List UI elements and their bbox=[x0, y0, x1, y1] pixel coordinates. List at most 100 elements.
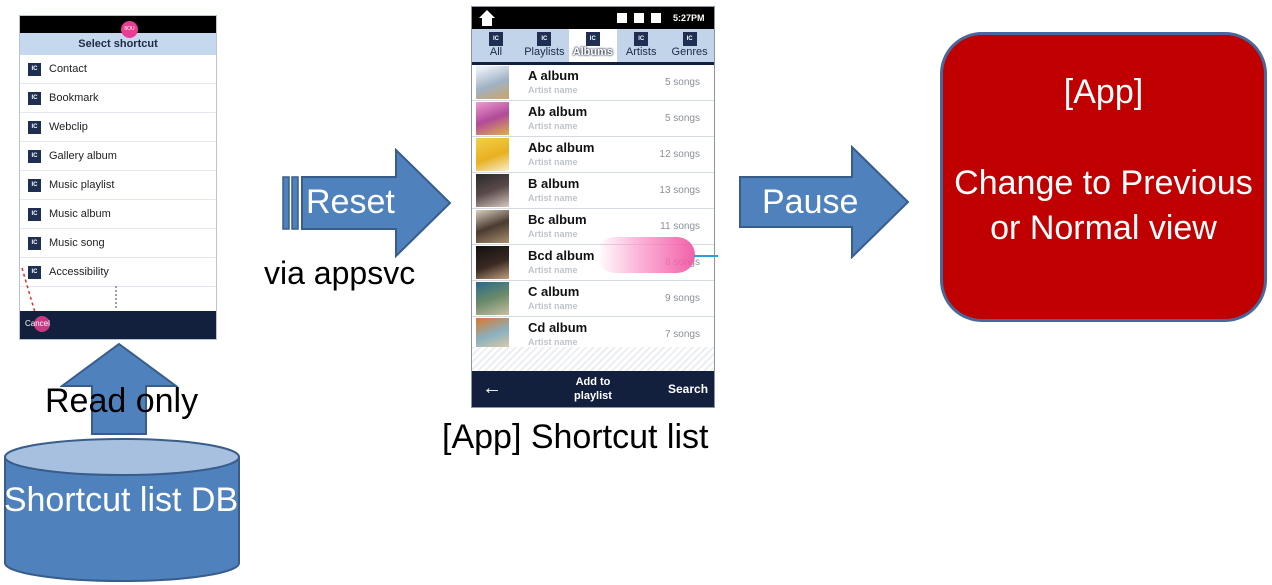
shortcut-item-icon: IC bbox=[28, 178, 41, 192]
list-empty-area bbox=[472, 347, 714, 371]
select-shortcut-screen: Select shortcut IC Contact IC Bookmark IC Web… bbox=[19, 15, 217, 340]
tab-genres[interactable]: IC Genres bbox=[666, 29, 714, 62]
status-icon bbox=[617, 13, 627, 23]
album-song-count: 5 songs bbox=[664, 113, 700, 124]
tab-all[interactable]: IC All bbox=[472, 29, 520, 62]
album-song-count: 13 songs bbox=[659, 185, 700, 196]
database-label: Shortcut list DB bbox=[3, 481, 239, 519]
tab-label: Artists bbox=[625, 46, 657, 58]
music-app-screen: 5:27PM IC All IC Playlists IC Albums IC Artists… bbox=[471, 6, 715, 408]
app-result-box: [App] Change to Previous or Normal view bbox=[940, 32, 1267, 322]
shortcut-item-label: Webclip bbox=[49, 121, 88, 133]
album-title: C album bbox=[528, 284, 580, 299]
via-appsvc-label: via appsvc bbox=[264, 255, 416, 291]
status-bar bbox=[20, 16, 216, 33]
album-list: A album Artist name 5 songs Ab album Artist … bbox=[472, 65, 714, 353]
album-title: Bc album bbox=[528, 212, 587, 227]
album-cover-image bbox=[476, 246, 509, 279]
tab-icon: IC bbox=[489, 32, 503, 46]
select-shortcut-title: Select shortcut bbox=[20, 33, 216, 55]
shortcut-item-label: Gallery album bbox=[49, 150, 117, 162]
album-artist: Artist name bbox=[528, 229, 578, 239]
tab-icon: IC bbox=[634, 32, 649, 46]
app-box-body: Change to Previous or Normal view bbox=[954, 164, 1253, 247]
tab-label: Genres bbox=[671, 46, 708, 58]
shortcut-item[interactable]: IC Webclip bbox=[20, 113, 216, 142]
album-artist: Artist name bbox=[528, 85, 578, 95]
album-title: Ab album bbox=[528, 104, 588, 119]
album-row[interactable]: Ab album Artist name 5 songs bbox=[472, 101, 714, 137]
shortcut-item[interactable]: IC Contact bbox=[20, 55, 216, 84]
album-song-count: 12 songs bbox=[659, 149, 700, 160]
home-icon[interactable] bbox=[478, 9, 496, 27]
album-song-count: 5 songs bbox=[664, 77, 700, 88]
shortcut-item[interactable]: IC Gallery album bbox=[20, 142, 216, 171]
pause-label: Pause bbox=[762, 183, 859, 221]
album-cover-image bbox=[476, 282, 509, 315]
album-title: Abc album bbox=[528, 140, 595, 155]
album-cover-image bbox=[476, 66, 509, 99]
shortcut-item-label: Music playlist bbox=[49, 179, 115, 191]
album-song-count: 11 songs bbox=[660, 221, 700, 232]
add-to-playlist-button[interactable]: Add to playlist bbox=[562, 375, 624, 403]
status-bar: 5:27PM bbox=[472, 7, 714, 29]
album-song-count: 9 songs bbox=[664, 293, 700, 304]
shortcut-item-label: Contact bbox=[49, 63, 87, 75]
tab-artists[interactable]: IC Artists bbox=[617, 29, 665, 62]
tab-label: Albums bbox=[572, 46, 613, 58]
reset-label: Reset bbox=[306, 183, 395, 221]
bottom-bar: Cancel bbox=[20, 311, 216, 339]
shortcut-item[interactable]: IC Bookmark bbox=[20, 84, 216, 113]
album-title: Bcd album bbox=[528, 248, 595, 263]
status-icon bbox=[634, 13, 644, 23]
shortcut-item-icon: IC bbox=[28, 62, 41, 76]
shortcut-item-label: Bookmark bbox=[49, 92, 99, 104]
shortcut-item[interactable]: IC Music album bbox=[20, 200, 216, 229]
album-artist: Artist name bbox=[528, 301, 578, 311]
shortcut-item-label: Music album bbox=[49, 208, 111, 220]
shortcut-item[interactable]: IC Music song bbox=[20, 229, 216, 258]
album-row[interactable]: B album Artist name 13 songs bbox=[472, 173, 714, 209]
shortcut-item-icon: IC bbox=[28, 120, 41, 134]
album-artist: Artist name bbox=[528, 193, 578, 203]
shortcut-item-label: Music song bbox=[49, 237, 105, 249]
cancel-button[interactable]: Cancel bbox=[25, 319, 50, 328]
tab-icon: IC bbox=[682, 32, 697, 46]
read-only-label: Read only bbox=[45, 382, 199, 420]
album-cover-image bbox=[476, 210, 509, 243]
album-title: A album bbox=[528, 68, 579, 83]
album-artist: Artist name bbox=[528, 337, 578, 347]
tab-icon: IC bbox=[537, 32, 552, 46]
album-row[interactable]: Abc album Artist name 12 songs bbox=[472, 137, 714, 173]
shortcut-item[interactable]: IC Music playlist bbox=[20, 171, 216, 200]
scroll-dots bbox=[115, 286, 119, 308]
swipe-gesture-line bbox=[694, 255, 718, 257]
badge-icon: 8OU bbox=[121, 21, 138, 38]
app-box-title: [App] bbox=[1063, 73, 1144, 111]
album-artist: Artist name bbox=[528, 157, 578, 167]
shortcut-item-icon: IC bbox=[28, 236, 41, 250]
tab-bar: IC All IC Playlists IC Albums IC Artists IC Genre… bbox=[472, 29, 714, 65]
app-shortcut-list-caption: [App] Shortcut list bbox=[442, 418, 709, 456]
swipe-gesture-indicator bbox=[597, 237, 695, 273]
shortcut-list: IC Contact IC Bookmark IC Webclip IC Gallery al… bbox=[20, 55, 216, 287]
tab-label: Playlists bbox=[524, 46, 565, 58]
back-arrow-icon[interactable]: ← bbox=[482, 377, 502, 400]
album-artist: Artist name bbox=[528, 265, 578, 275]
album-title: Cd album bbox=[528, 320, 588, 335]
album-row[interactable]: C album Artist name 9 songs bbox=[472, 281, 714, 317]
tab-icon: IC bbox=[585, 32, 600, 46]
search-button[interactable]: Search bbox=[668, 382, 708, 396]
tab-playlists[interactable]: IC Playlists bbox=[520, 29, 568, 62]
shortcut-item-icon: IC bbox=[28, 91, 41, 105]
album-cover-image bbox=[476, 174, 509, 207]
album-title: B album bbox=[528, 176, 580, 191]
tab-albums[interactable]: IC Albums bbox=[568, 29, 617, 62]
bottom-bar: ← Add to playlist Search bbox=[472, 371, 714, 407]
status-time: 5:27PM bbox=[673, 13, 705, 23]
tab-label: All bbox=[489, 46, 503, 58]
album-song-count: 7 songs bbox=[664, 329, 700, 340]
album-cover-image bbox=[476, 102, 509, 135]
album-row[interactable]: A album Artist name 5 songs bbox=[472, 65, 714, 101]
album-cover-image bbox=[476, 138, 509, 171]
